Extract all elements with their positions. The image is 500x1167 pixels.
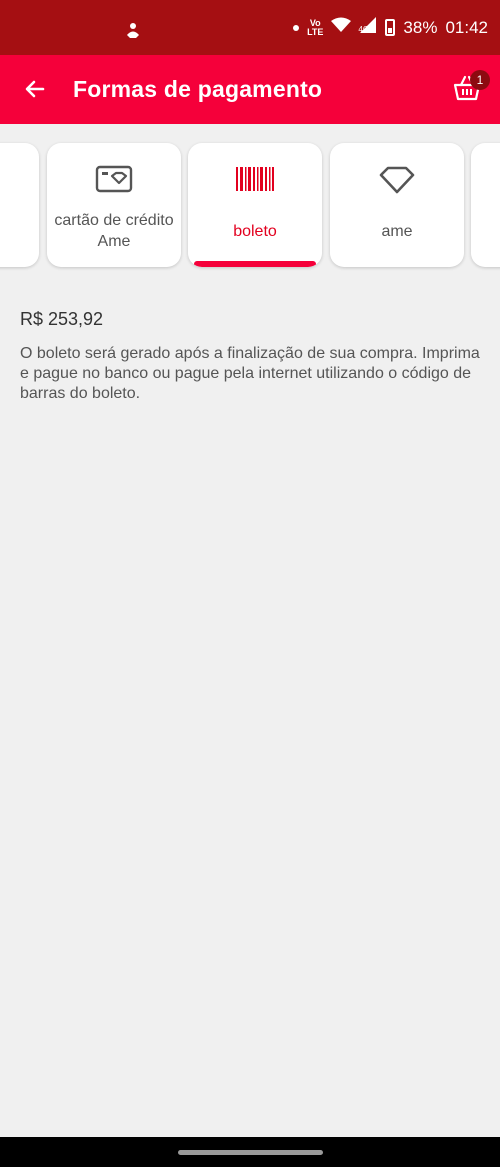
order-amount: R$ 253,92 xyxy=(20,309,104,329)
signal-icon: 4G xyxy=(358,16,377,39)
payment-card-label: boleto xyxy=(233,223,277,240)
arrow-left-icon xyxy=(25,80,45,98)
selected-indicator xyxy=(194,261,316,267)
notification-icon xyxy=(124,22,142,45)
app-bar: Formas de pagamento xyxy=(0,55,500,124)
payment-card-partial-left[interactable] xyxy=(0,143,39,267)
network-type-label: 4G xyxy=(358,25,370,34)
payment-methods-carousel[interactable]: cartão de crédito Ame boleto ame xyxy=(0,141,500,271)
page-title: Formas de pagamento xyxy=(73,76,323,102)
credit-card-ame-icon xyxy=(95,165,133,193)
cart-count-badge: 1 xyxy=(470,70,490,90)
payment-card-partial-right[interactable] xyxy=(471,143,500,267)
payment-card-ame[interactable]: ame xyxy=(330,143,464,267)
home-gesture-handle[interactable] xyxy=(178,1150,323,1155)
payment-card-label: cartão de crédito Ame xyxy=(54,212,174,250)
payment-card-label: ame xyxy=(381,223,413,240)
battery-level: 38% xyxy=(403,17,438,37)
barcode-icon xyxy=(236,167,274,191)
payment-description: O boleto será gerado após a finalização … xyxy=(20,345,480,402)
volte-icon: Vo LTE xyxy=(307,17,324,37)
clock: 01:42 xyxy=(445,17,488,37)
system-nav-bar xyxy=(0,1137,500,1167)
battery-icon xyxy=(385,19,396,36)
ame-diamond-icon xyxy=(379,166,415,194)
wifi-icon xyxy=(331,17,352,38)
payment-card-credito-ame[interactable]: cartão de crédito Ame xyxy=(47,143,181,267)
status-bar: Vo LTE 4G 38% 01:42 xyxy=(0,0,500,55)
notification-dot-icon xyxy=(293,24,300,31)
back-button[interactable] xyxy=(18,72,52,106)
payment-card-boleto[interactable]: boleto xyxy=(188,143,322,267)
